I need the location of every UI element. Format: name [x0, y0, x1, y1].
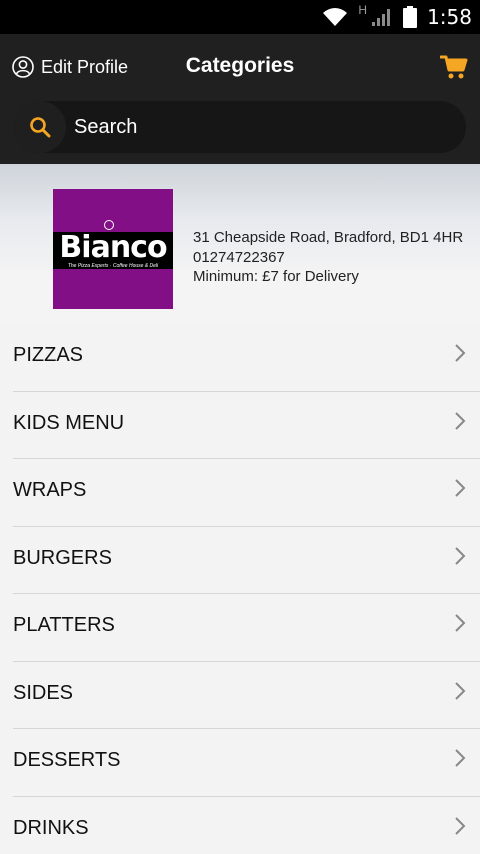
logo-wordmark: Bianco — [59, 230, 167, 265]
category-item-pizzas[interactable]: PIZZAS — [0, 324, 480, 392]
category-label: DRINKS — [13, 816, 89, 839]
clock: 1:58 — [427, 5, 472, 29]
category-label: PLATTERS — [13, 614, 115, 636]
category-list: PIZZAS KIDS MENU WRAPS BURGERS PLATTERS … — [0, 324, 480, 854]
network-type-label: H — [358, 3, 368, 17]
chevron-right-icon — [455, 681, 466, 700]
logo-tagline: The Pizza Experts · Coffee House & Deli — [67, 263, 159, 269]
category-item-platters[interactable]: PLATTERS — [0, 594, 480, 662]
chevron-right-icon — [455, 479, 466, 497]
search-bar — [14, 101, 466, 153]
category-item-wraps[interactable]: WRAPS — [0, 459, 480, 527]
logo-crest — [104, 220, 114, 230]
status-icons: H 1:58 — [322, 0, 472, 34]
wifi-icon — [323, 8, 348, 26]
restaurant-banner: Bianco The Pizza Experts · Coffee House … — [0, 164, 480, 324]
category-item-desserts[interactable]: DESSERTS — [0, 729, 480, 797]
chevron-right-icon — [455, 411, 466, 430]
chevron-right-icon — [455, 614, 466, 632]
category-label: BURGERS — [13, 546, 112, 569]
restaurant-phone: 01274722367 — [193, 248, 285, 266]
chevron-right-icon — [455, 816, 466, 835]
category-label: KIDS MENU — [13, 411, 125, 434]
cart-button[interactable] — [439, 54, 470, 82]
category-item-burgers[interactable]: BURGERS — [0, 527, 480, 594]
search-button[interactable] — [14, 101, 66, 153]
restaurant-info: 31 Cheapside Road, Bradford, BD1 4HR 012… — [193, 228, 463, 287]
cart-icon — [439, 55, 468, 79]
signal-icon — [372, 9, 391, 26]
chevron-right-icon — [455, 546, 466, 565]
edit-profile-label: Edit Profile — [41, 56, 129, 77]
chevron-right-icon — [455, 344, 466, 362]
status-bar: H 1:58 — [0, 0, 480, 34]
category-label: PIZZAS — [13, 344, 84, 366]
restaurant-logo: Bianco The Pizza Experts · Coffee House … — [53, 189, 173, 309]
category-label: WRAPS — [13, 479, 87, 501]
restaurant-minimum: Minimum: £7 for Delivery — [193, 268, 359, 285]
edit-profile-button[interactable]: Edit Profile — [12, 54, 128, 80]
category-label: DESSERTS — [13, 749, 121, 771]
restaurant-address: 31 Cheapside Road, Bradford, BD1 4HR — [193, 229, 464, 246]
chevron-right-icon — [455, 749, 466, 767]
user-icon — [12, 56, 34, 78]
category-item-kids-menu[interactable]: KIDS MENU — [0, 392, 480, 459]
category-label: SIDES — [13, 681, 74, 704]
category-item-drinks[interactable]: DRINKS — [0, 797, 480, 854]
battery-icon — [403, 6, 418, 28]
search-icon — [30, 117, 51, 138]
app-header: Edit Profile Categories — [0, 34, 480, 164]
category-item-sides[interactable]: SIDES — [0, 662, 480, 729]
search-input[interactable] — [74, 107, 466, 147]
